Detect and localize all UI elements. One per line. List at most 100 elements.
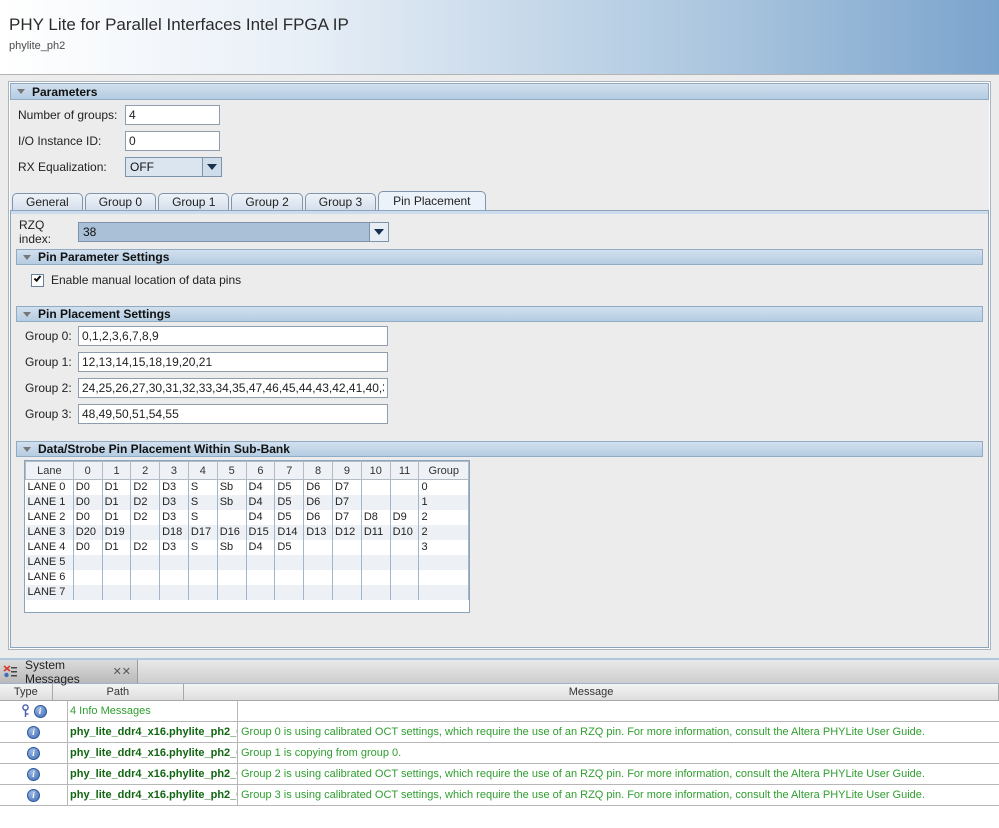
lane-cell[interactable] <box>217 555 246 570</box>
lane-cell[interactable]: D2 <box>131 495 160 510</box>
message-summary-row[interactable]: i 4 Info Messages <box>0 701 999 722</box>
lane-cell[interactable] <box>160 585 189 600</box>
lane-cell[interactable]: D0 <box>73 540 102 555</box>
lane-cell[interactable] <box>390 540 419 555</box>
io-instance-id-input[interactable] <box>125 131 220 151</box>
lane-cell[interactable] <box>73 570 102 585</box>
lane-cell[interactable] <box>160 570 189 585</box>
system-messages-tab[interactable]: System Messages ✕✕ <box>0 660 138 683</box>
lane-cell[interactable]: D0 <box>73 480 102 495</box>
lane-cell[interactable] <box>304 540 333 555</box>
lane-cell[interactable] <box>217 510 246 525</box>
lane-cell[interactable] <box>275 585 304 600</box>
tab-pin-placement[interactable]: Pin Placement <box>378 191 485 210</box>
lane-cell[interactable]: D4 <box>246 540 275 555</box>
lane-cell[interactable]: 2 <box>419 510 469 525</box>
lane-cell[interactable] <box>275 555 304 570</box>
lane-cell[interactable]: D3 <box>160 540 189 555</box>
lane-cell[interactable]: D5 <box>275 495 304 510</box>
lane-cell[interactable]: D9 <box>390 510 419 525</box>
lane-cell[interactable]: D18 <box>160 525 189 540</box>
lane-cell[interactable] <box>304 570 333 585</box>
lane-cell[interactable] <box>131 585 160 600</box>
tab-group-2[interactable]: Group 2 <box>231 193 302 210</box>
tab-group-3[interactable]: Group 3 <box>305 193 376 210</box>
lane-cell[interactable]: D10 <box>390 525 419 540</box>
lane-cell[interactable]: D2 <box>131 480 160 495</box>
lane-cell[interactable] <box>102 570 131 585</box>
lane-cell[interactable]: D6 <box>304 480 333 495</box>
lane-cell[interactable]: D7 <box>333 480 362 495</box>
lane-cell[interactable] <box>275 570 304 585</box>
lane-cell[interactable]: D3 <box>160 510 189 525</box>
lane-cell[interactable]: D5 <box>275 510 304 525</box>
lane-cell[interactable]: D0 <box>73 495 102 510</box>
lane-cell[interactable]: D1 <box>102 540 131 555</box>
lane-cell[interactable] <box>131 555 160 570</box>
lane-cell[interactable]: D4 <box>246 495 275 510</box>
lane-cell[interactable]: 2 <box>419 525 469 540</box>
lane-cell[interactable] <box>217 585 246 600</box>
close-icon[interactable]: ✕✕ <box>113 665 131 678</box>
lane-cell[interactable]: 1 <box>419 495 469 510</box>
lane-cell[interactable]: D0 <box>73 510 102 525</box>
message-row[interactable]: i phy_lite_ddr4_x16.phylite_ph2_0 Group … <box>0 722 999 743</box>
lane-cell[interactable]: D16 <box>217 525 246 540</box>
dropdown-button[interactable] <box>202 158 221 176</box>
lane-cell[interactable]: Sb <box>217 495 246 510</box>
group-2-input[interactable] <box>78 378 388 398</box>
lane-cell[interactable]: D3 <box>160 495 189 510</box>
tab-general[interactable]: General <box>12 193 83 210</box>
pin-parameter-settings-header[interactable]: Pin Parameter Settings <box>16 249 983 265</box>
lane-cell[interactable]: D7 <box>333 510 362 525</box>
group-0-input[interactable] <box>78 326 388 346</box>
lane-cell[interactable] <box>361 540 390 555</box>
lane-cell[interactable] <box>333 570 362 585</box>
lane-table-section-header[interactable]: Data/Strobe Pin Placement Within Sub-Ban… <box>16 441 983 457</box>
lane-cell[interactable]: D6 <box>304 495 333 510</box>
lane-cell[interactable] <box>304 585 333 600</box>
lane-cell[interactable] <box>361 585 390 600</box>
parameters-section-header[interactable]: Parameters <box>10 83 989 100</box>
lane-cell[interactable] <box>333 540 362 555</box>
lane-cell[interactable] <box>390 480 419 495</box>
lane-cell[interactable]: D12 <box>333 525 362 540</box>
lane-cell[interactable]: D4 <box>246 510 275 525</box>
lane-cell[interactable]: D1 <box>102 510 131 525</box>
dropdown-button[interactable] <box>369 223 388 241</box>
lane-cell[interactable] <box>361 495 390 510</box>
lane-cell[interactable]: D1 <box>102 480 131 495</box>
lane-cell[interactable]: Sb <box>217 480 246 495</box>
lane-cell[interactable] <box>246 570 275 585</box>
lane-cell[interactable]: D5 <box>275 540 304 555</box>
lane-cell[interactable] <box>246 555 275 570</box>
lane-cell[interactable]: S <box>188 510 217 525</box>
lane-cell[interactable] <box>333 555 362 570</box>
lane-cell[interactable]: D6 <box>304 510 333 525</box>
lane-cell[interactable] <box>131 525 160 540</box>
rx-equalization-select[interactable]: OFF <box>125 157 222 177</box>
lane-cell[interactable]: D5 <box>275 480 304 495</box>
lane-cell[interactable] <box>131 570 160 585</box>
lane-cell[interactable]: D20 <box>73 525 102 540</box>
enable-manual-location-checkbox[interactable] <box>31 274 44 287</box>
lane-cell[interactable]: 3 <box>419 540 469 555</box>
lane-cell[interactable] <box>188 555 217 570</box>
lane-cell[interactable] <box>390 570 419 585</box>
lane-cell[interactable] <box>160 555 189 570</box>
tab-group-0[interactable]: Group 0 <box>85 193 156 210</box>
lane-cell[interactable] <box>333 585 362 600</box>
lane-cell[interactable]: D13 <box>304 525 333 540</box>
message-row[interactable]: i phy_lite_ddr4_x16.phylite_ph2_0 Group … <box>0 743 999 764</box>
lane-cell[interactable]: D15 <box>246 525 275 540</box>
lane-cell[interactable]: D2 <box>131 540 160 555</box>
lane-cell[interactable] <box>390 585 419 600</box>
lane-cell[interactable]: S <box>188 495 217 510</box>
lane-cell[interactable] <box>102 585 131 600</box>
lane-cell[interactable]: D3 <box>160 480 189 495</box>
lane-cell[interactable]: D19 <box>102 525 131 540</box>
lane-cell[interactable]: S <box>188 540 217 555</box>
lane-cell[interactable]: D1 <box>102 495 131 510</box>
lane-cell[interactable] <box>361 480 390 495</box>
lane-cell[interactable] <box>246 585 275 600</box>
